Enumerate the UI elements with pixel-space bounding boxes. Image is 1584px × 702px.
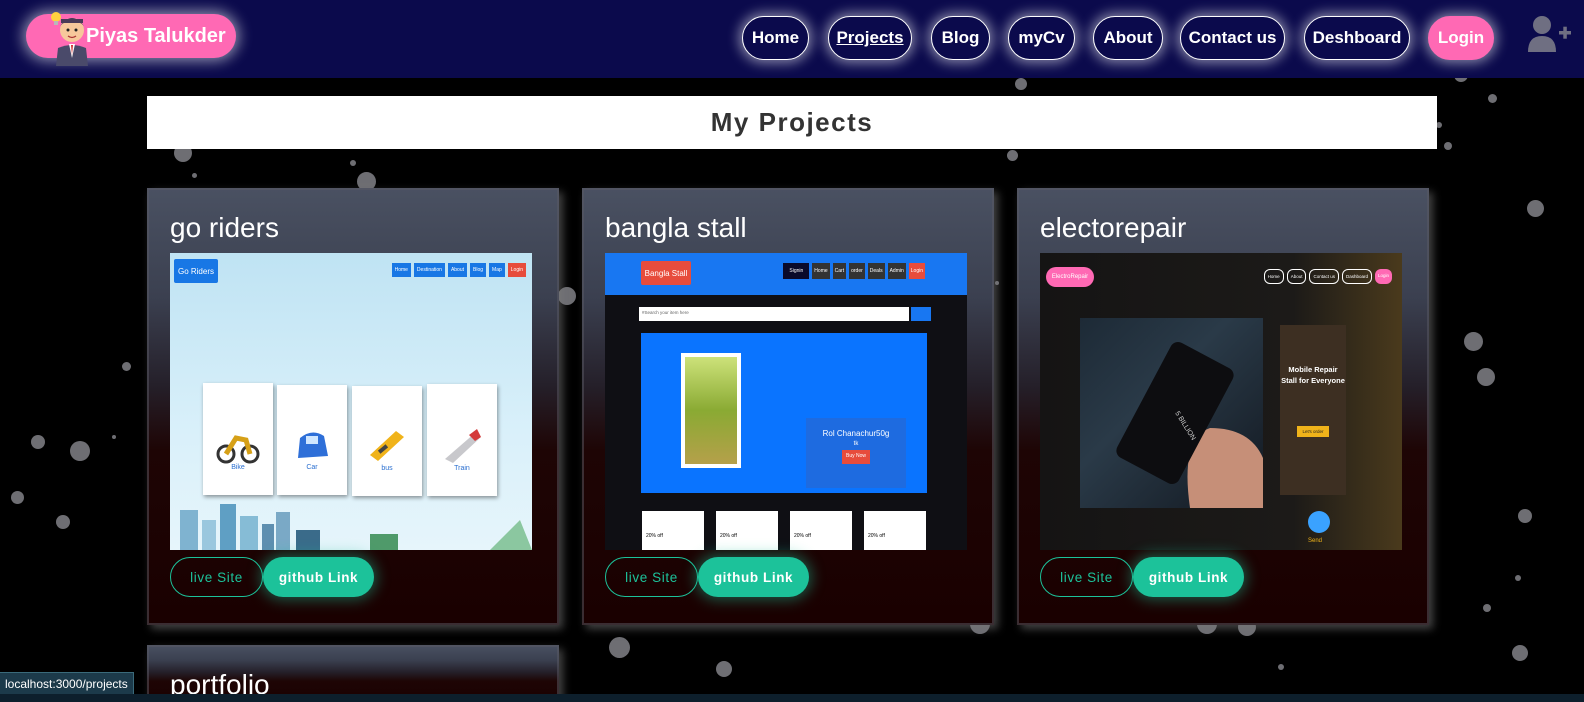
mini-body: #Search your item here Rol Chanachur50g … (605, 295, 967, 550)
mini-nav: Home Destination About Blog Map Login (391, 263, 526, 277)
bus-icon (370, 431, 404, 461)
mini-offer-1: 20% off (642, 511, 704, 550)
train-icon (445, 429, 481, 463)
brand-logo-button[interactable]: Piyas Talukder (26, 12, 236, 66)
mini-chat-label: Send (1308, 538, 1323, 544)
mini-offer-2: 20% off (716, 511, 778, 550)
mini-logo: Go Riders (174, 259, 218, 283)
bike-icon (216, 435, 260, 464)
brand-name: Piyas Talukder (86, 24, 226, 47)
project-title: go riders (170, 212, 279, 243)
nav-about[interactable]: About (1093, 16, 1163, 60)
nav-blog[interactable]: Blog (931, 16, 990, 60)
project-card-go-riders: go riders Go Riders Home Destination Abo… (147, 188, 559, 625)
live-site-button[interactable]: live Site (605, 557, 698, 597)
page-title-bar: My Projects (147, 96, 1437, 149)
car-icon (298, 432, 328, 458)
project-title: electorepair (1040, 212, 1187, 243)
live-site-button[interactable]: live Site (1040, 557, 1133, 597)
project-title: bangla stall (605, 212, 747, 243)
mini-header: Bangla Stall Signin Home Cart order Deal… (605, 253, 967, 295)
mini-logo: Bangla Stall (641, 261, 691, 285)
github-link-button[interactable]: github Link (698, 557, 809, 597)
nav-deshboard[interactable]: Deshboard (1304, 16, 1410, 60)
live-site-button[interactable]: live Site (170, 557, 263, 597)
mini-hero-card: Mobile Repair Stall for Everyone Let's o… (1280, 325, 1346, 495)
avatar-icon (51, 12, 88, 66)
vehicle-card-train[interactable]: Train (427, 384, 497, 496)
project-card-bangla-stall: bangla stall Bangla Stall Signin Home Ca… (582, 188, 994, 625)
vehicle-card-bike[interactable]: Bike (203, 383, 273, 495)
browser-status-url: localhost:3000/projects (0, 672, 134, 694)
github-link-button[interactable]: github Link (263, 557, 374, 597)
nav-mycv[interactable]: myCv (1008, 16, 1075, 60)
bottom-divider (0, 694, 1584, 702)
nav-projects[interactable]: Projects (828, 16, 912, 60)
mini-offer-4: 20% off (864, 511, 926, 550)
mini-product-image (681, 353, 741, 468)
github-link-button[interactable]: github Link (1133, 557, 1244, 597)
mini-offer-3: 20% off (790, 511, 852, 550)
project-screenshot: Go Riders Home Destination About Blog Ma… (170, 253, 532, 550)
mini-product-box: Rol Chanachur50g tk Buy Now (806, 418, 906, 488)
user-plus-icon[interactable] (1526, 14, 1572, 54)
project-screenshot: ElectroRepair Home About Contact us Dash… (1040, 253, 1402, 550)
mini-nav: Home About Contact us Dashboard Login (1263, 269, 1392, 284)
vehicle-card-car[interactable]: Car (277, 385, 347, 495)
nav-login-button[interactable]: Login (1428, 16, 1494, 60)
page-title: My Projects (710, 107, 874, 137)
mini-logo: ElectroRepair (1046, 267, 1094, 287)
mini-nav: Signin Home Cart order Deals Admin Login (783, 263, 925, 279)
city-skyline (180, 504, 532, 550)
top-navbar: Piyas Talukder Home Projects Blog myCv A… (0, 0, 1584, 78)
vehicle-card-bus[interactable]: bus (352, 386, 422, 496)
project-card-electorepair: electorepair ElectroRepair Home About Co… (1017, 188, 1429, 625)
nav-home[interactable]: Home (742, 16, 809, 60)
mini-chat-bubble (1308, 511, 1330, 533)
mini-search-button (911, 307, 931, 321)
mini-search-input: #Search your item here (639, 307, 909, 321)
mini-carousel: Rol Chanachur50g tk Buy Now (641, 333, 927, 493)
project-screenshot: Bangla Stall Signin Home Cart order Deal… (605, 253, 967, 550)
mini-hero-image: 5 BILLION (1080, 318, 1263, 508)
mini-hero-cta: Let's order (1297, 426, 1329, 437)
phone-in-hand-illustration: 5 BILLION (1116, 341, 1263, 508)
nav-contact[interactable]: Contact us (1180, 16, 1285, 60)
